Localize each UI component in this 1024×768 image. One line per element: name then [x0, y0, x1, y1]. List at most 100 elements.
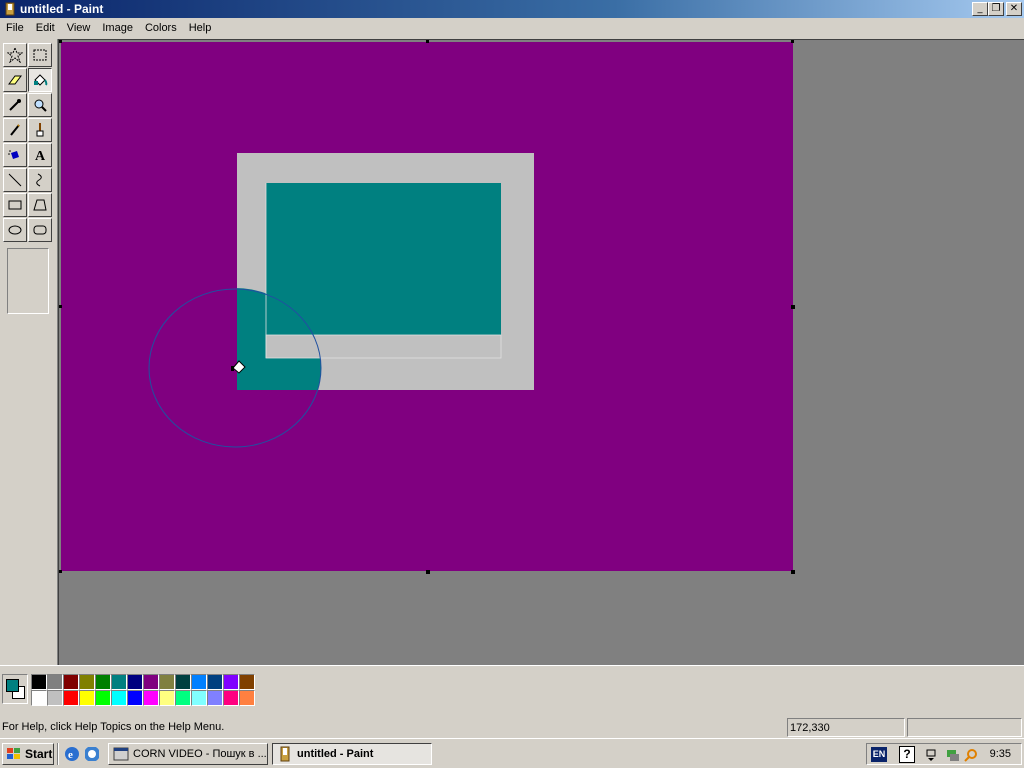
- palette-swatch[interactable]: [79, 690, 95, 706]
- search-tray-icon[interactable]: [963, 747, 979, 763]
- current-colors: [2, 674, 28, 704]
- palette-swatch[interactable]: [127, 674, 143, 690]
- paint-bucket-icon: [34, 74, 48, 86]
- title-bar[interactable]: untitled - Paint _ ❐ ✕: [0, 0, 1024, 18]
- taskbar-item-label: CORN VIDEO - Пошук в ...: [133, 748, 267, 760]
- palette-swatch[interactable]: [159, 690, 175, 706]
- taskbar: Start e CORN VIDEO - Пошук в ... untitle…: [0, 738, 1024, 768]
- text-icon: A: [35, 149, 46, 163]
- palette-swatch[interactable]: [31, 690, 47, 706]
- airbrush-tool[interactable]: [3, 143, 27, 167]
- line-icon: [8, 173, 22, 187]
- close-button[interactable]: ✕: [1006, 2, 1022, 16]
- ellipse-tool[interactable]: [3, 218, 27, 242]
- tool-box: A: [0, 39, 58, 665]
- palette-swatch[interactable]: [175, 674, 191, 690]
- curve-tool[interactable]: [28, 168, 52, 192]
- menu-colors[interactable]: Colors: [139, 22, 183, 34]
- work-area: [58, 39, 1024, 665]
- taskbar-item-paint[interactable]: untitled - Paint: [272, 743, 432, 765]
- palette-swatch[interactable]: [175, 690, 191, 706]
- palette-swatch[interactable]: [159, 674, 175, 690]
- help-tray-icon[interactable]: ?: [899, 746, 915, 763]
- free-form-select-tool[interactable]: [3, 43, 27, 67]
- palette-swatch[interactable]: [239, 690, 255, 706]
- pencil-tool[interactable]: [3, 118, 27, 142]
- clock: 9:35: [989, 748, 1011, 760]
- menu-view[interactable]: View: [61, 22, 97, 34]
- palette-swatch[interactable]: [143, 674, 159, 690]
- palette-swatch[interactable]: [63, 674, 79, 690]
- airbrush-icon: [8, 150, 19, 159]
- palette-swatch[interactable]: [143, 690, 159, 706]
- foreground-color-swatch: [6, 679, 19, 692]
- magnifier-tool[interactable]: [28, 93, 52, 117]
- internet-explorer-icon[interactable]: e: [64, 746, 80, 762]
- status-bar: For Help, click Help Topics on the Help …: [0, 717, 1024, 738]
- color-palette: [31, 674, 255, 706]
- status-coordinates: 172,330: [787, 718, 905, 737]
- palette-swatch[interactable]: [95, 690, 111, 706]
- menu-image[interactable]: Image: [96, 22, 139, 34]
- rounded-rectangle-tool[interactable]: [28, 218, 52, 242]
- svg-text:A: A: [35, 149, 46, 163]
- network-icon[interactable]: [945, 747, 961, 763]
- rectangle-tool[interactable]: [3, 193, 27, 217]
- palette-swatch[interactable]: [207, 690, 223, 706]
- palette-swatch[interactable]: [111, 690, 127, 706]
- palette-swatch[interactable]: [31, 674, 47, 690]
- palette-swatch[interactable]: [111, 674, 127, 690]
- rounded-rectangle-icon: [33, 225, 47, 235]
- fill-tool[interactable]: [28, 68, 52, 92]
- eraser-tool[interactable]: [3, 68, 27, 92]
- magnifier-icon: [34, 99, 47, 112]
- start-label: Start: [25, 747, 53, 761]
- taskbar-item-label: untitled - Paint: [297, 748, 374, 760]
- tool-options-box[interactable]: [7, 248, 49, 314]
- browser-icon[interactable]: [84, 746, 100, 762]
- text-tool[interactable]: A: [28, 143, 52, 167]
- pick-color-tool[interactable]: [3, 93, 27, 117]
- quick-launch-separator: [57, 743, 59, 765]
- menu-bar: File Edit View Image Colors Help: [0, 18, 1024, 38]
- status-size: [907, 718, 1022, 737]
- select-tool[interactable]: [28, 43, 52, 67]
- language-indicator[interactable]: EN: [871, 747, 887, 762]
- eraser-icon: [8, 75, 22, 85]
- free-form-select-icon: [7, 47, 23, 63]
- palette-swatch[interactable]: [79, 674, 95, 690]
- palette-swatch[interactable]: [239, 674, 255, 690]
- palette-swatch[interactable]: [223, 674, 239, 690]
- paint-app-icon: [5, 2, 15, 16]
- window-title: untitled - Paint: [20, 2, 104, 16]
- menu-file[interactable]: File: [0, 22, 30, 34]
- minimize-button[interactable]: _: [972, 2, 988, 16]
- start-button[interactable]: Start: [2, 743, 54, 765]
- curve-icon: [36, 173, 42, 187]
- notification-icon[interactable]: [923, 747, 939, 763]
- palette-swatch[interactable]: [223, 690, 239, 706]
- palette-swatch[interactable]: [191, 674, 207, 690]
- brush-icon: [36, 123, 44, 137]
- palette-swatch[interactable]: [47, 674, 63, 690]
- polygon-tool[interactable]: [28, 193, 52, 217]
- eyedropper-icon: [9, 99, 21, 111]
- menu-help[interactable]: Help: [183, 22, 218, 34]
- browser-window-icon: [113, 747, 129, 761]
- rectangle-icon: [8, 200, 22, 210]
- palette-swatch[interactable]: [47, 690, 63, 706]
- line-tool[interactable]: [3, 168, 27, 192]
- palette-swatch[interactable]: [63, 690, 79, 706]
- brush-tool[interactable]: [28, 118, 52, 142]
- menu-edit[interactable]: Edit: [30, 22, 61, 34]
- palette-swatch[interactable]: [95, 674, 111, 690]
- system-tray: EN ? 9:35: [866, 743, 1022, 765]
- taskbar-item-corn-video[interactable]: CORN VIDEO - Пошук в ...: [108, 743, 268, 765]
- windows-flag-icon: [7, 748, 20, 759]
- palette-swatch[interactable]: [191, 690, 207, 706]
- restore-button[interactable]: ❐: [988, 2, 1004, 16]
- status-help-text: For Help, click Help Topics on the Help …: [2, 721, 225, 733]
- palette-swatch[interactable]: [127, 690, 143, 706]
- paint-app-icon: [280, 746, 290, 762]
- palette-swatch[interactable]: [207, 674, 223, 690]
